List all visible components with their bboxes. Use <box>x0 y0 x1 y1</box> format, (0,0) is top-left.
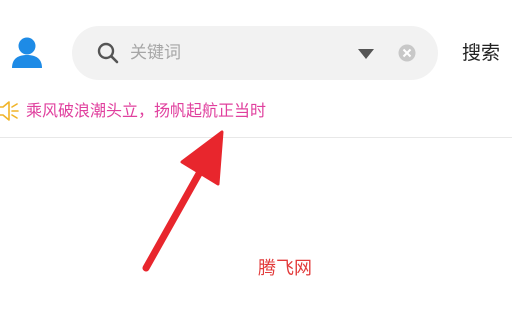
search-button[interactable]: 搜索 <box>462 38 500 68</box>
clear-icon[interactable] <box>397 43 417 63</box>
user-avatar-icon[interactable] <box>8 34 46 72</box>
notice-bar[interactable]: 乘风破浪潮头立，扬帆起航正当时 <box>0 96 512 128</box>
divider <box>0 137 512 138</box>
dropdown-triangle-icon[interactable] <box>357 46 375 60</box>
search-icon <box>96 41 120 65</box>
search-input[interactable] <box>130 37 350 69</box>
watermark-text: 腾飞网 <box>258 258 312 279</box>
notice-text: 乘风破浪潮头立，扬帆起航正当时 <box>26 101 267 120</box>
search-box[interactable] <box>72 26 438 80</box>
page: 搜索 乘风破浪潮头立，扬帆起航正当时 腾飞网 <box>0 0 512 332</box>
speaker-icon <box>0 98 20 124</box>
